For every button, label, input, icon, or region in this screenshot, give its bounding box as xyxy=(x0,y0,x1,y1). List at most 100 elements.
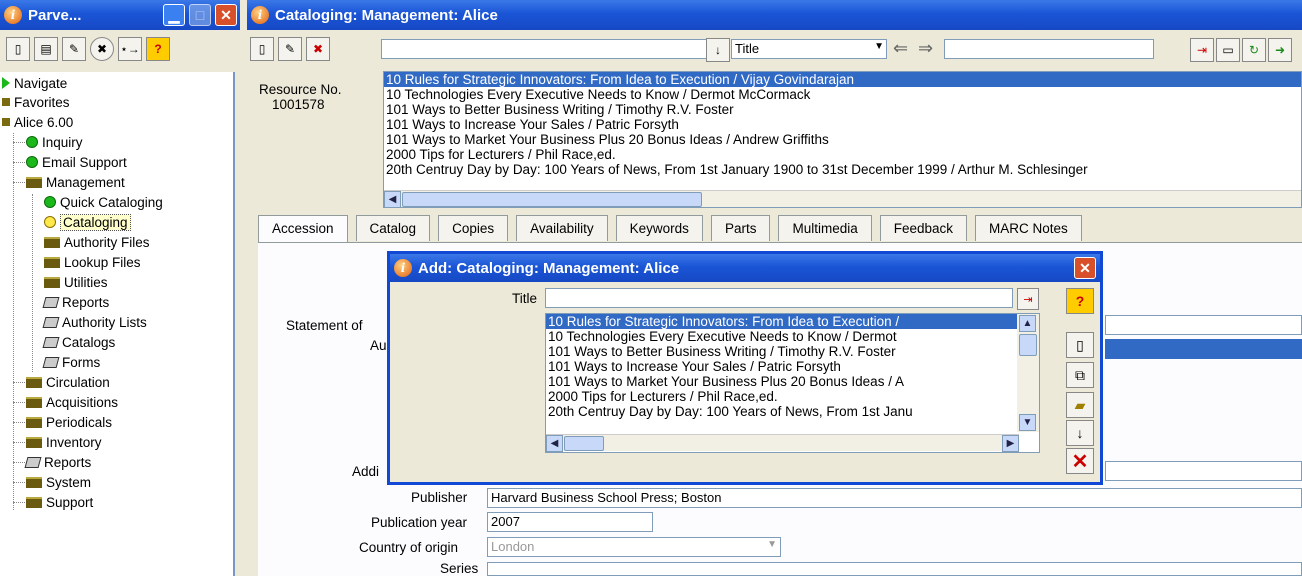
tab-catalog[interactable]: Catalog xyxy=(355,215,431,241)
statement-label: Statement of xyxy=(286,318,363,333)
exit-icon[interactable]: ➜ xyxy=(1268,38,1292,62)
list-item[interactable]: 20th Centruy Day by Day: 100 Years of Ne… xyxy=(384,162,1301,177)
statement-field[interactable] xyxy=(1105,315,1302,335)
tree-item-support[interactable]: Support xyxy=(26,492,93,512)
scroll-down-icon[interactable]: ▼ xyxy=(1019,414,1036,431)
copy-icon[interactable]: ⧉ xyxy=(1066,362,1094,388)
list-item[interactable]: 101 Ways to Increase Your Sales / Patric… xyxy=(384,117,1301,132)
close-button[interactable]: ✕ xyxy=(215,4,237,26)
list-item[interactable]: 2000 Tips for Lecturers / Phil Race,ed. xyxy=(546,389,1039,404)
tree-item-reports-sub[interactable]: Reports xyxy=(42,292,109,312)
list-item[interactable]: 101 Ways to Market Your Business Plus 20… xyxy=(546,374,1039,389)
tree-item-quick-cataloging[interactable]: Quick Cataloging xyxy=(44,192,163,212)
country-select[interactable]: London ▼ xyxy=(487,537,781,557)
additional-field[interactable] xyxy=(1105,461,1302,481)
maximize-button[interactable]: □ xyxy=(189,4,211,26)
list-item[interactable]: 10 Technologies Every Executive Needs to… xyxy=(384,87,1301,102)
tree-item-acquisitions[interactable]: Acquisitions xyxy=(26,392,118,412)
dialog-title-list[interactable]: 10 Rules for Strategic Innovators: From … xyxy=(545,313,1040,453)
chevron-down-icon[interactable]: ▼ xyxy=(767,539,777,550)
tree-item-circulation[interactable]: Circulation xyxy=(26,372,110,392)
horizontal-scrollbar[interactable]: ◀ ▶ xyxy=(546,434,1019,452)
scroll-thumb[interactable] xyxy=(1019,334,1037,356)
tab-parts[interactable]: Parts xyxy=(710,215,771,241)
tree-item-inventory[interactable]: Inventory xyxy=(26,432,102,452)
list-item[interactable]: 10 Rules for Strategic Innovators: From … xyxy=(384,72,1301,87)
horizontal-scrollbar[interactable]: ◀ xyxy=(384,190,1301,207)
tab-multimedia[interactable]: Multimedia xyxy=(778,215,872,241)
new-doc-icon[interactable]: ▯ xyxy=(6,37,30,61)
green-dot-icon xyxy=(44,196,56,208)
tab-availability[interactable]: Availability xyxy=(516,215,608,241)
sort-icon[interactable]: ↓ xyxy=(1066,420,1094,446)
scroll-left-icon[interactable]: ◀ xyxy=(384,191,401,207)
list-item[interactable]: 10 Rules for Strategic Innovators: From … xyxy=(546,314,1039,329)
field-select[interactable]: Title ▼ xyxy=(731,39,887,59)
tab-keywords[interactable]: Keywords xyxy=(615,215,703,241)
author-field[interactable] xyxy=(1105,339,1302,359)
help-icon[interactable]: ? xyxy=(1066,288,1094,314)
tree-item-lookup-files[interactable]: Lookup Files xyxy=(44,252,141,272)
tab-accession[interactable]: Accession xyxy=(258,215,348,243)
new-record-icon[interactable]: ▯ xyxy=(250,37,274,61)
list-item[interactable]: 2000 Tips for Lecturers / Phil Race,ed. xyxy=(384,147,1301,162)
vertical-scrollbar[interactable]: ▲ ▼ xyxy=(1017,314,1039,432)
dialog-close-button[interactable]: ✕ xyxy=(1074,257,1096,279)
tree-item-email-support[interactable]: Email Support xyxy=(26,152,127,172)
edit-icon[interactable]: ✎ xyxy=(62,37,86,61)
tree-item-inquiry[interactable]: Inquiry xyxy=(26,132,83,152)
tree-item-favorites[interactable]: Favorites xyxy=(2,92,70,112)
list-item[interactable]: 101 Ways to Market Your Business Plus 20… xyxy=(384,132,1301,147)
new-doc-icon[interactable]: ▯ xyxy=(1066,332,1094,358)
tree-item-utilities[interactable]: Utilities xyxy=(44,272,108,292)
tree-item-forms[interactable]: Forms xyxy=(42,352,100,372)
series-field[interactable] xyxy=(487,562,1302,576)
tree-item-catalogs[interactable]: Catalogs xyxy=(42,332,115,352)
insert-icon[interactable]: ⇥ xyxy=(1017,288,1039,310)
refresh-icon[interactable]: ↻ xyxy=(1242,38,1266,62)
open-folder-icon[interactable]: ▰ xyxy=(1066,392,1094,418)
scroll-thumb[interactable] xyxy=(564,436,604,451)
tree-item-reports[interactable]: Reports xyxy=(24,452,91,472)
list-item[interactable]: 20th Centruy Day by Day: 100 Years of Ne… xyxy=(546,404,1039,419)
tree-item-system[interactable]: System xyxy=(26,472,91,492)
tab-feedback[interactable]: Feedback xyxy=(879,215,968,241)
cancel-circle-icon[interactable]: ✖ xyxy=(90,37,114,61)
tree-item-navigate[interactable]: Navigate xyxy=(2,73,67,93)
form-icon[interactable]: ▤ xyxy=(34,37,58,61)
chevron-down-icon[interactable]: ▼ xyxy=(874,41,884,52)
tree-item-cataloging[interactable]: Cataloging xyxy=(44,212,131,232)
list-item[interactable]: 101 Ways to Increase Your Sales / Patric… xyxy=(546,359,1039,374)
tree-item-authority-files[interactable]: Authority Files xyxy=(44,232,150,252)
minimize-button[interactable]: ▁ xyxy=(163,4,185,26)
tree-item-alice[interactable]: Alice 6.00 xyxy=(2,112,73,132)
list-item[interactable]: 101 Ways to Better Business Writing / Ti… xyxy=(546,344,1039,359)
scroll-left-icon[interactable]: ◀ xyxy=(546,435,563,452)
tree-item-periodicals[interactable]: Periodicals xyxy=(26,412,112,432)
delete-record-icon[interactable]: ✖ xyxy=(306,37,330,61)
insert-icon[interactable]: ⇥ xyxy=(1190,38,1214,62)
tab-marc-notes[interactable]: MARC Notes xyxy=(975,215,1082,241)
tree-item-authority-lists[interactable]: Authority Lists xyxy=(42,312,147,332)
tab-copies[interactable]: Copies xyxy=(438,215,509,241)
list-item[interactable]: 101 Ways to Better Business Writing / Ti… xyxy=(384,102,1301,117)
dialog-title-input[interactable] xyxy=(545,288,1013,308)
scroll-up-icon[interactable]: ▲ xyxy=(1019,315,1036,332)
tree-item-management[interactable]: Management xyxy=(26,172,125,192)
back-arrow-icon[interactable]: ⇐ xyxy=(893,38,908,59)
cancel-icon[interactable]: ✕ xyxy=(1066,448,1094,474)
title-list[interactable]: 10 Rules for Strategic Innovators: From … xyxy=(383,71,1302,208)
search-input[interactable] xyxy=(381,39,723,59)
list-item[interactable]: 10 Technologies Every Executive Needs to… xyxy=(546,329,1039,344)
scroll-right-icon[interactable]: ▶ xyxy=(1002,435,1019,452)
nav-input[interactable] xyxy=(944,39,1154,59)
publication-year-field[interactable]: 2007 xyxy=(487,512,653,532)
publisher-field[interactable]: Harvard Business School Press; Boston xyxy=(487,488,1302,508)
help-icon[interactable]: ? xyxy=(146,37,170,61)
edit-record-icon[interactable]: ✎ xyxy=(278,37,302,61)
go-icon[interactable]: ↓ xyxy=(706,38,730,62)
clipboard-icon[interactable]: ▭ xyxy=(1216,38,1240,62)
scroll-thumb[interactable] xyxy=(402,192,702,207)
star-arrow-icon[interactable]: ⋆→ xyxy=(118,37,142,61)
forward-arrow-icon[interactable]: ⇒ xyxy=(918,38,933,59)
